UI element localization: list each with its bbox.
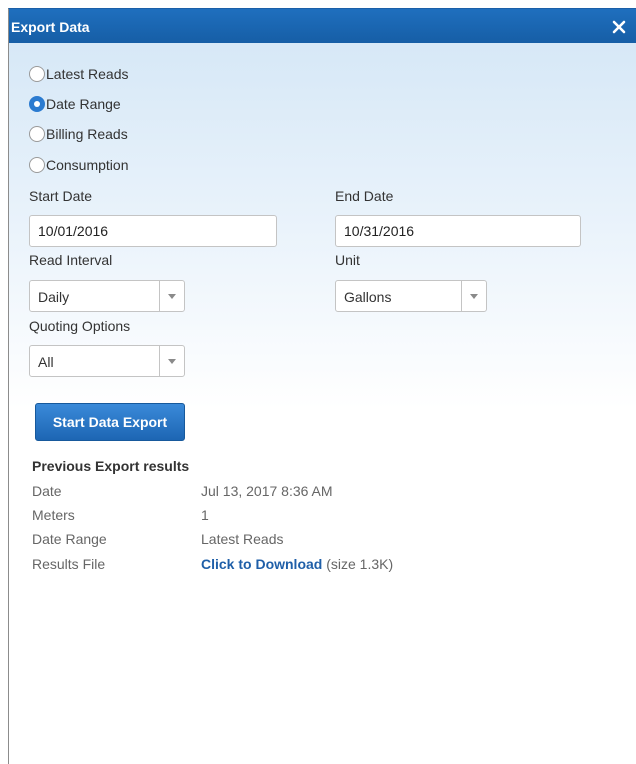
chevron-down-icon [168, 294, 176, 299]
download-link[interactable]: Click to Download [201, 556, 322, 572]
quoting-options-value: All [38, 354, 54, 370]
radio-latest-reads[interactable]: Latest Reads [29, 65, 179, 85]
quoting-options-label: Quoting Options [29, 318, 131, 334]
radio-button[interactable] [29, 157, 45, 173]
read-interval-label: Read Interval [29, 252, 113, 268]
export-data-dialog: Export Data Latest Reads Date Range Bill… [8, 8, 636, 764]
radio-button[interactable] [29, 66, 45, 82]
start-date-label: Start Date [29, 188, 93, 204]
dropdown-toggle[interactable] [159, 281, 184, 311]
previous-results-heading: Previous Export results [32, 458, 190, 474]
chevron-down-icon [470, 294, 478, 299]
radio-label: Billing Reads [46, 126, 128, 142]
radio-billing-reads[interactable]: Billing Reads [29, 125, 179, 145]
quoting-options-select[interactable]: All [29, 345, 185, 377]
results-value-meters: 1 [201, 507, 209, 523]
unit-select[interactable]: Gallons [335, 280, 487, 312]
results-file-value: Click to Download (size 1.3K) [201, 556, 393, 572]
radio-button[interactable] [29, 126, 45, 142]
download-size: (size 1.3K) [326, 556, 394, 572]
dialog-titlebar: Export Data [9, 9, 636, 43]
chevron-down-icon [168, 359, 176, 364]
close-icon [612, 20, 626, 34]
close-button[interactable] [610, 15, 628, 37]
read-interval-select[interactable]: Daily [29, 280, 185, 312]
unit-label: Unit [335, 252, 360, 268]
dropdown-toggle[interactable] [461, 281, 486, 311]
results-label-meters: Meters [32, 507, 75, 523]
results-label-date-range: Date Range [32, 531, 107, 547]
end-date-input[interactable] [335, 215, 581, 247]
radio-label: Latest Reads [46, 66, 129, 82]
start-data-export-button[interactable]: Start Data Export [35, 403, 185, 441]
radio-button-checked[interactable] [29, 96, 45, 112]
results-value-date: Jul 13, 2017 8:36 AM [201, 483, 333, 499]
read-interval-value: Daily [38, 289, 70, 305]
dropdown-toggle[interactable] [159, 346, 184, 376]
results-value-date-range: Latest Reads [201, 531, 284, 547]
radio-label: Consumption [46, 157, 129, 173]
end-date-label: End Date [335, 188, 394, 204]
radio-label: Date Range [46, 96, 121, 112]
unit-value: Gallons [344, 289, 392, 305]
start-date-input[interactable] [29, 215, 277, 247]
radio-consumption[interactable]: Consumption [29, 156, 179, 176]
results-label-date: Date [32, 483, 62, 499]
radio-date-range[interactable]: Date Range [29, 95, 179, 115]
results-label-results-file: Results File [32, 556, 106, 572]
dialog-title: Export Data [11, 19, 90, 35]
